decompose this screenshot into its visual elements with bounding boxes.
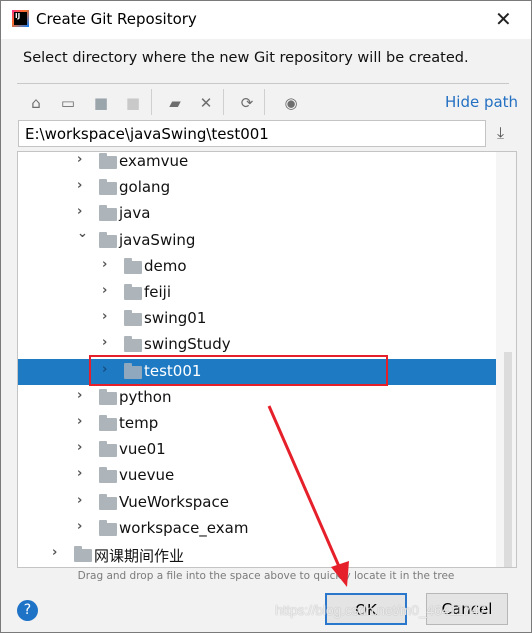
annotation-arrow bbox=[267, 405, 349, 587]
